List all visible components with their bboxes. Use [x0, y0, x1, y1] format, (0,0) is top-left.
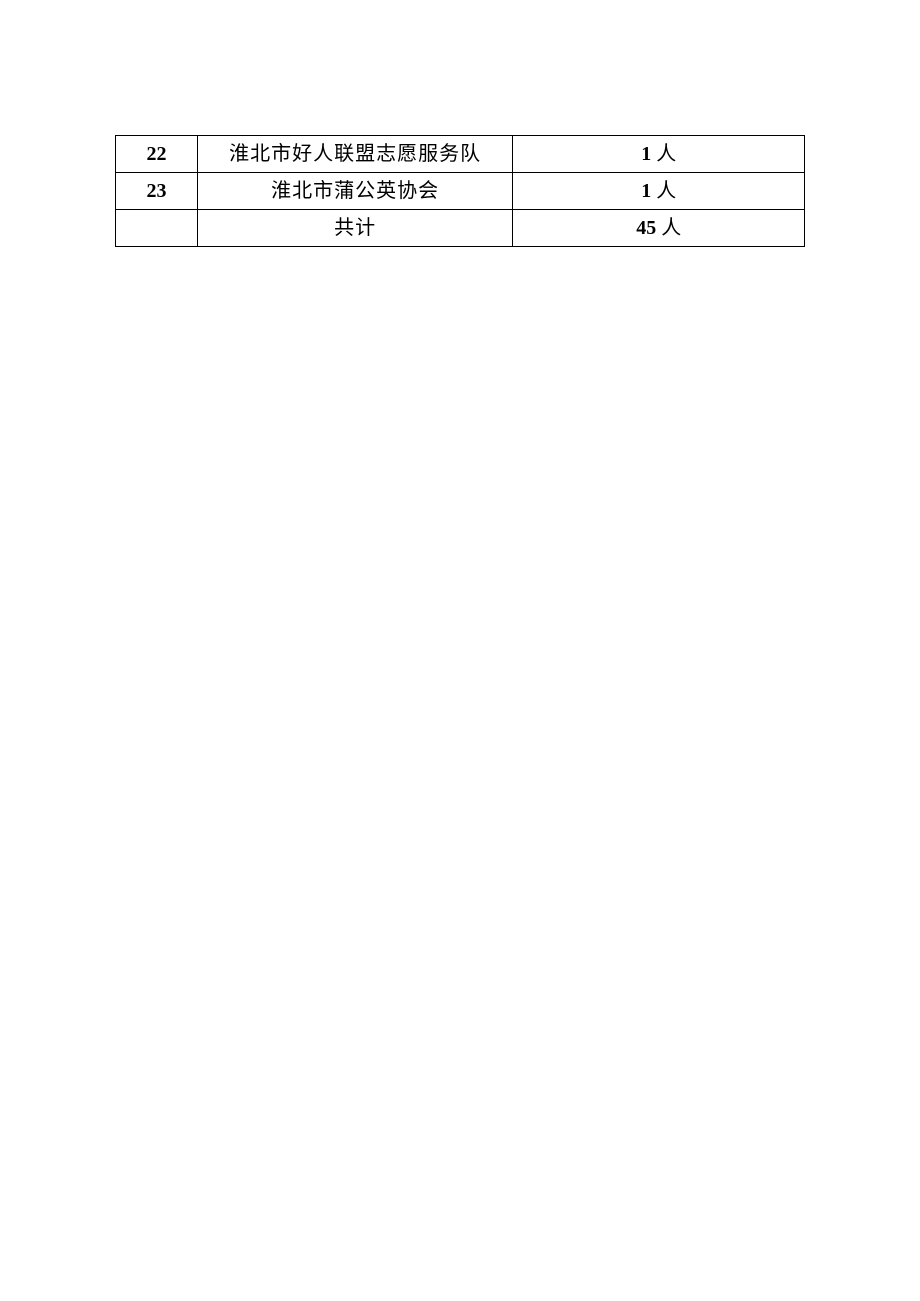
- table-row-total: 共计 45 人: [116, 210, 805, 247]
- count-number: 1: [641, 143, 651, 165]
- total-label-cell: 共计: [197, 210, 513, 247]
- count-cell: 1 人: [513, 173, 805, 210]
- count-number: 1: [641, 180, 651, 202]
- count-suffix: 人: [651, 143, 676, 165]
- row-number-cell: [116, 210, 198, 247]
- total-count-cell: 45 人: [513, 210, 805, 247]
- count-suffix: 人: [656, 217, 681, 239]
- table-row: 22 淮北市好人联盟志愿服务队 1 人: [116, 136, 805, 173]
- organization-name-cell: 淮北市好人联盟志愿服务队: [197, 136, 513, 173]
- row-number-cell: 23: [116, 173, 198, 210]
- document-table-container: 22 淮北市好人联盟志愿服务队 1 人 23 淮北市蒲公英协会 1 人 共计 4…: [115, 135, 805, 247]
- row-number-cell: 22: [116, 136, 198, 173]
- count-number: 45: [636, 217, 656, 239]
- count-suffix: 人: [651, 180, 676, 202]
- organization-name-cell: 淮北市蒲公英协会: [197, 173, 513, 210]
- table-row: 23 淮北市蒲公英协会 1 人: [116, 173, 805, 210]
- allocation-table: 22 淮北市好人联盟志愿服务队 1 人 23 淮北市蒲公英协会 1 人 共计 4…: [115, 135, 805, 247]
- count-cell: 1 人: [513, 136, 805, 173]
